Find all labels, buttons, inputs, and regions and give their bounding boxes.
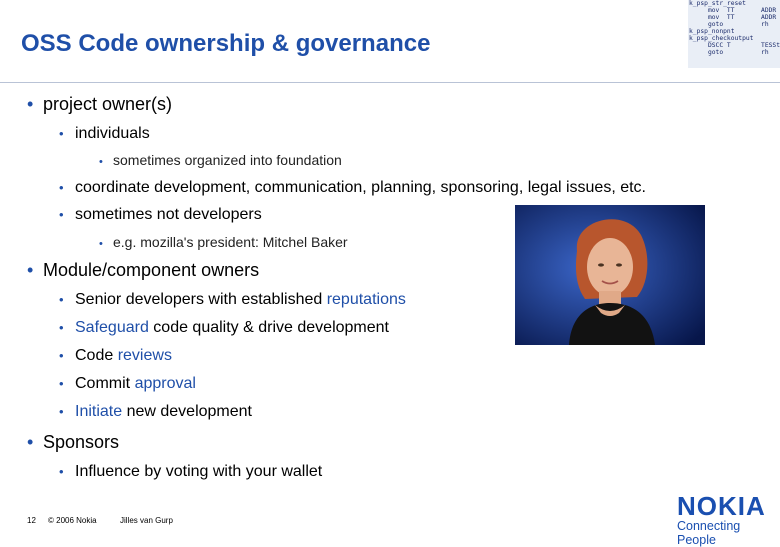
logo-wordmark: NOKIA xyxy=(677,491,766,521)
bullet-individuals: • individuals xyxy=(59,125,150,142)
bullet-foundation: • sometimes organized into foundation xyxy=(99,152,342,168)
portrait-image xyxy=(515,205,705,345)
bullet-dot-icon: • xyxy=(59,464,64,479)
bullet-dot-icon: • xyxy=(59,292,64,307)
bullet-sponsors: • Sponsors xyxy=(27,432,120,452)
bullet-dot-icon: • xyxy=(59,126,64,141)
bullet-dot-icon: • xyxy=(27,94,34,114)
author: Jilles van Gurp xyxy=(120,516,173,525)
bullet-coordinate: • coordinate development, communication, … xyxy=(59,179,646,196)
bullet-module-owners: • Module/component owners xyxy=(27,260,260,280)
bullet-dot-icon: • xyxy=(59,376,64,391)
bullet-not-developers: • sometimes not developers xyxy=(59,206,262,223)
code-line: DSCC T TESSt( xyxy=(689,42,780,49)
code-line: k_psp_str_reset xyxy=(689,0,746,7)
page-number: 12 xyxy=(27,516,36,525)
bullet-dot-icon: • xyxy=(59,180,64,195)
bullet-dot-icon: • xyxy=(99,156,103,168)
nokia-logo: NOKIA Connecting People xyxy=(677,493,769,547)
bullet-safeguard: • Safeguard code quality & drive developm… xyxy=(59,319,389,336)
bullet-project-owners: • project owner(s) xyxy=(27,94,173,114)
bullet-mozilla-president: • e.g. mozilla's president: Mitchel Baker xyxy=(99,234,348,250)
code-line: mov TT ADDR VI xyxy=(689,14,780,21)
bullet-dot-icon: • xyxy=(59,404,64,419)
code-line: mov TT ADDR VI xyxy=(689,7,780,14)
bullet-dot-icon: • xyxy=(59,348,64,363)
bullet-senior-developers: • Senior developers with established repu… xyxy=(59,291,406,308)
bullet-influence: • Influence by voting with your wallet xyxy=(59,463,323,480)
code-line: goto rh xyxy=(689,21,769,28)
logo-tagline: Connecting People xyxy=(677,519,741,547)
bullet-dot-icon: • xyxy=(99,238,103,250)
bullet-dot-icon: • xyxy=(59,207,64,222)
bullet-initiate: • Initiate new development xyxy=(59,403,252,420)
bullet-code-reviews: • Code reviews xyxy=(59,347,172,364)
slide-title: OSS Code ownership & governance xyxy=(21,30,431,57)
bullet-dot-icon: • xyxy=(59,320,64,335)
copyright: © 2006 Nokia xyxy=(48,516,97,525)
bullet-dot-icon: • xyxy=(27,260,34,280)
code-line: k_psp_nonpnt xyxy=(689,28,735,35)
code-line: goto rh xyxy=(689,49,769,56)
person-photo xyxy=(515,205,705,345)
bullet-commit-approval: • Commit approval xyxy=(59,375,196,392)
title-divider xyxy=(0,82,780,83)
code-snippet-image: k_psp_str_reset mov TT ADDR VI mov TT AD… xyxy=(688,0,780,68)
code-line: k_psp_checkoutput xyxy=(689,35,754,42)
bullet-dot-icon: • xyxy=(27,432,34,452)
